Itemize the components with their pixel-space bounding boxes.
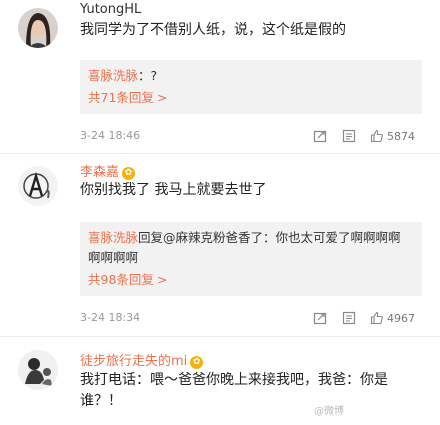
comment-button[interactable] <box>342 128 356 144</box>
divider <box>0 336 440 337</box>
comment-meta: 3-24 18:34 4967 <box>80 310 425 326</box>
username-text: 徒步旅行走失的mi <box>80 354 188 369</box>
comment-icon <box>342 311 356 325</box>
chevron-right-icon: > <box>156 272 168 287</box>
reply-box[interactable]: 喜脉洗脉：? 共71条回复 > <box>80 60 422 114</box>
avatar[interactable] <box>18 350 58 390</box>
comment-time: 3-24 18:34 <box>80 311 141 324</box>
vip-badge-icon: ✿ <box>190 356 204 369</box>
like-icon <box>370 129 383 143</box>
comment-username[interactable]: 徒步旅行走失的mi ✿ <box>80 350 204 369</box>
share-button[interactable] <box>313 310 327 326</box>
reply-line: 喜脉洗脉：? <box>88 66 412 86</box>
comment-time: 3-24 18:46 <box>80 129 141 142</box>
reply-count-link[interactable]: 共98条回复 > <box>88 270 412 290</box>
comment-meta: 3-24 18:46 5874 <box>80 128 425 144</box>
watermark: @微博 <box>314 406 344 417</box>
reply-line: 喜脉洗脉回复@麻辣克粉爸香了：你也太可爱了啊啊啊啊啊啊啊啊 <box>88 228 412 268</box>
avatar[interactable] <box>18 166 58 206</box>
comment-button[interactable] <box>342 310 356 326</box>
like-button[interactable]: 4967 <box>370 310 415 326</box>
reply-count-label: 共98条回复 <box>88 272 154 287</box>
username-text: 李森嘉 <box>80 165 120 180</box>
chevron-right-icon: > <box>156 90 168 105</box>
comment-text: 我打电话：喂～爸爸你晚上来接我吧，我爸：你是谁？！ <box>80 372 388 409</box>
like-icon <box>370 311 383 325</box>
reply-username[interactable]: 喜脉洗脉 <box>88 68 138 83</box>
share-icon <box>313 312 327 325</box>
like-count: 4967 <box>387 311 415 325</box>
reply-text: ：? <box>138 68 158 83</box>
vip-badge-icon: ✿ <box>122 167 136 180</box>
comment-username[interactable]: YutongHL <box>80 2 141 17</box>
like-count: 5874 <box>387 129 415 143</box>
reply-username[interactable]: 喜脉洗脉 <box>88 230 138 245</box>
divider <box>0 153 440 154</box>
reply-box[interactable]: 喜脉洗脉回复@麻辣克粉爸香了：你也太可爱了啊啊啊啊啊啊啊啊 共98条回复 > <box>80 222 422 296</box>
comment-text: 你别找我了 我马上就要去世了 <box>80 182 267 198</box>
reply-count-link[interactable]: 共71条回复 > <box>88 88 412 108</box>
comment-text: 我同学为了不借别人纸，说，这个纸是假的 <box>80 22 346 38</box>
like-button[interactable]: 5874 <box>370 128 415 144</box>
comment-username[interactable]: 李森嘉 ✿ <box>80 161 136 180</box>
comment-icon <box>342 129 356 143</box>
reply-count-label: 共71条回复 <box>88 90 154 105</box>
avatar[interactable] <box>18 8 58 48</box>
share-button[interactable] <box>313 128 327 144</box>
share-icon <box>313 130 327 143</box>
